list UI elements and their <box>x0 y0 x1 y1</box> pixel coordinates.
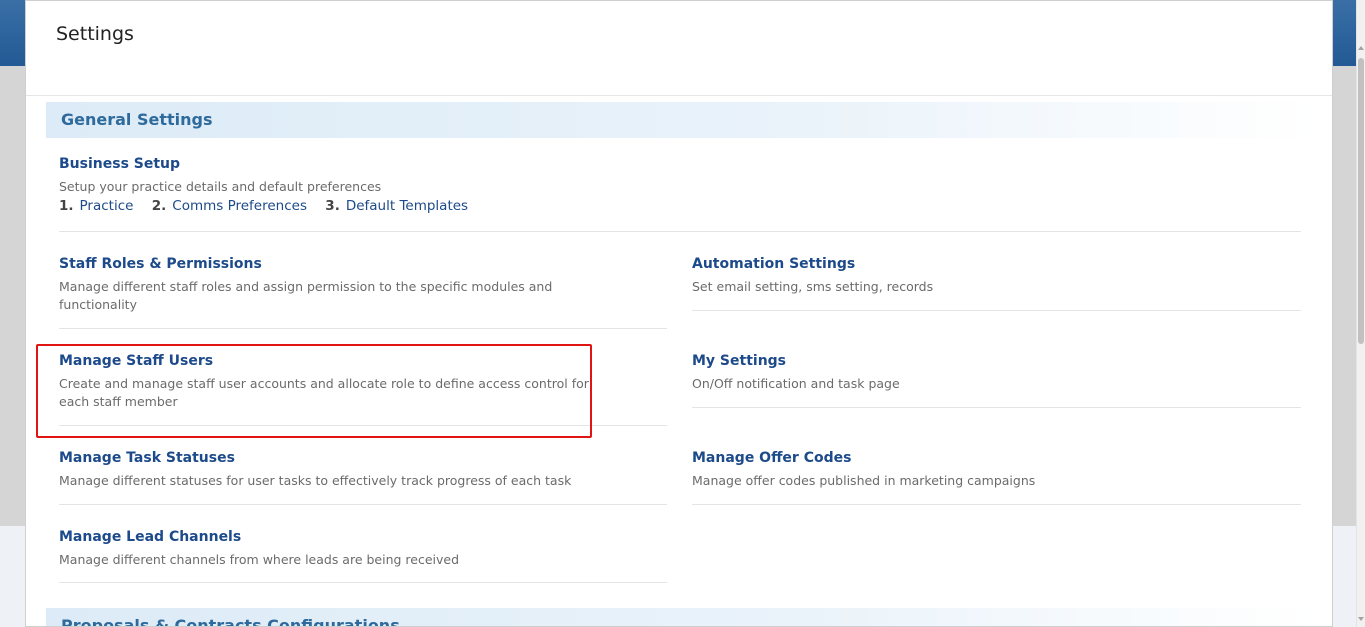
manage-lead-channels-item: Manage Lead Channels Manage different ch… <box>59 529 659 569</box>
my-settings-description: On/Off notification and task page <box>692 376 900 391</box>
automation-settings-description: Set email setting, sms setting, records <box>692 279 934 294</box>
business-setup-link[interactable]: Business Setup <box>59 156 381 172</box>
manage-offer-codes-link[interactable]: Manage Offer Codes <box>692 450 1292 466</box>
manage-task-statuses-item: Manage Task Statuses Manage different st… <box>59 450 659 490</box>
comms-preferences-link[interactable]: Comms Preferences <box>172 198 307 214</box>
manage-lead-channels-link[interactable]: Manage Lead Channels <box>59 529 659 545</box>
divider <box>692 310 1301 311</box>
staff-roles-link[interactable]: Staff Roles & Permissions <box>59 256 579 272</box>
divider <box>692 407 1301 408</box>
practice-link[interactable]: Practice <box>80 198 134 214</box>
divider <box>59 504 667 505</box>
automation-settings-item: Automation Settings Set email setting, s… <box>692 256 1252 296</box>
scrollbar-thumb[interactable] <box>1358 58 1364 344</box>
staff-roles-description: Manage different staff roles and assign … <box>59 279 553 312</box>
section-general-settings: General Settings <box>46 102 1314 138</box>
my-settings-item: My Settings On/Off notification and task… <box>692 353 1252 393</box>
divider <box>692 504 1301 505</box>
divider <box>59 231 1301 232</box>
modal-title: Settings <box>56 23 134 45</box>
section-title: Proposals & Contracts Configurations <box>61 616 400 627</box>
section-proposals-contracts: Proposals & Contracts Configurations <box>46 608 1314 627</box>
automation-settings-link[interactable]: Automation Settings <box>692 256 1252 272</box>
manage-offer-codes-description: Manage offer codes published in marketin… <box>692 473 1036 488</box>
my-settings-link[interactable]: My Settings <box>692 353 1252 369</box>
section-title: General Settings <box>61 110 213 129</box>
manage-lead-channels-description: Manage different channels from where lea… <box>59 552 460 567</box>
business-setup-steps: 1. Practice 2. Comms Preferences 3. Default… <box>59 198 482 214</box>
divider <box>59 582 667 583</box>
step-number: 3. <box>325 198 340 214</box>
manage-task-statuses-link[interactable]: Manage Task Statuses <box>59 450 659 466</box>
manage-task-statuses-description: Manage different statuses for user tasks… <box>59 473 572 488</box>
business-setup-description: Setup your practice details and default … <box>59 179 382 194</box>
modal-header: Settings <box>26 1 1332 96</box>
settings-modal: Settings General Settings Business Setup… <box>25 0 1333 627</box>
step-number: 2. <box>151 198 167 214</box>
scroll-down-arrow-icon[interactable] <box>1358 617 1364 621</box>
default-templates-link[interactable]: Default Templates <box>346 198 468 214</box>
step-number: 1. <box>59 198 74 214</box>
manage-offer-codes-item: Manage Offer Codes Manage offer codes pu… <box>692 450 1292 490</box>
scroll-up-arrow-icon[interactable] <box>1358 46 1364 50</box>
divider <box>59 328 667 329</box>
highlight-annotation <box>36 344 592 438</box>
staff-roles-item: Staff Roles & Permissions Manage differe… <box>59 256 579 314</box>
business-setup-item: Business Setup Setup your practice detai… <box>59 156 381 196</box>
